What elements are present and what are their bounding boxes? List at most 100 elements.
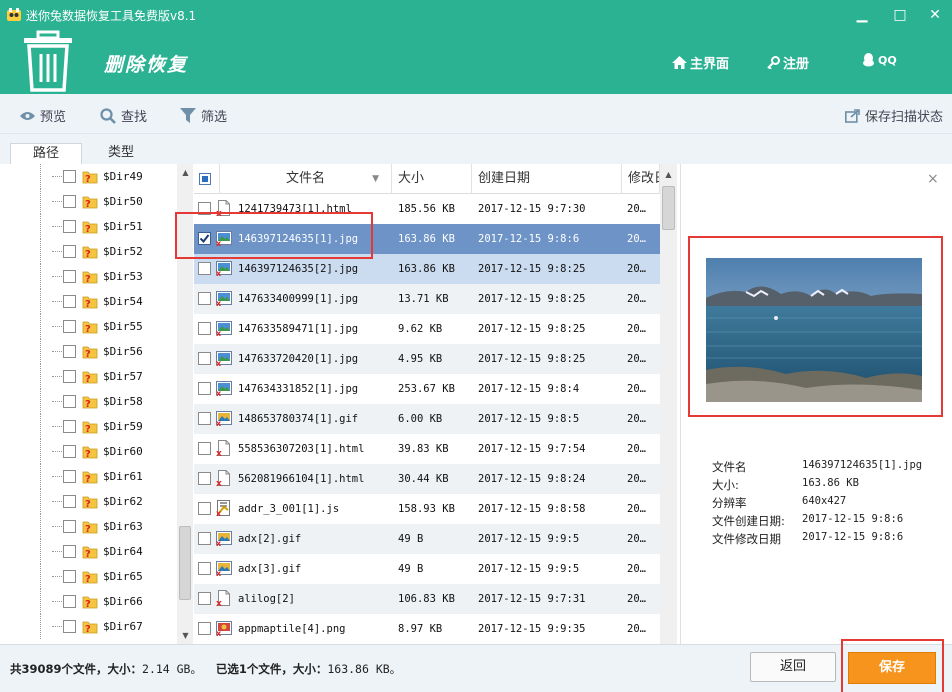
- row-checkbox[interactable]: [198, 202, 211, 215]
- table-row[interactable]: x 146397124635[2].jpg 163.86 KB 2017-12-15 …: [194, 254, 660, 284]
- tree-item[interactable]: ? $Dir63: [0, 514, 177, 539]
- tree-item-checkbox[interactable]: [63, 445, 76, 458]
- tree-item-checkbox[interactable]: [63, 195, 76, 208]
- tree-item[interactable]: ? $Dir49: [0, 164, 177, 189]
- tree-item[interactable]: ? $Dir61: [0, 464, 177, 489]
- file-scroll-up-arrow-icon[interactable]: ▲: [660, 166, 677, 183]
- scroll-up-arrow-icon[interactable]: ▲: [177, 164, 194, 181]
- minimize-button[interactable]: ▁: [851, 4, 873, 26]
- column-header-created[interactable]: 创建日期: [472, 164, 622, 194]
- tab-type[interactable]: 类型: [85, 143, 157, 164]
- tree-item-checkbox[interactable]: [63, 345, 76, 358]
- tree-item[interactable]: ? $Dir50: [0, 189, 177, 214]
- tree-item-checkbox[interactable]: [63, 220, 76, 233]
- qq-nav-link[interactable]: QQ: [862, 53, 897, 67]
- select-all-checkbox[interactable]: [199, 173, 211, 185]
- table-row[interactable]: x 147633720420[1].jpg 4.95 KB 2017-12-15 9:…: [194, 344, 660, 374]
- tree-item-checkbox[interactable]: [63, 295, 76, 308]
- register-nav-link[interactable]: 注册: [767, 53, 809, 72]
- table-row[interactable]: x alilog[2] 106.83 KB 2017-12-15 9:7:31 20…: [194, 584, 660, 614]
- file-scroll-thumb[interactable]: [662, 186, 675, 230]
- tree-item[interactable]: ? $Dir65: [0, 564, 177, 589]
- table-row[interactable]: x 1241739473[1].html 185.56 KB 2017-12-15 9…: [194, 194, 660, 224]
- maximize-button[interactable]: □: [889, 4, 911, 26]
- tree-item[interactable]: ? $Dir55: [0, 314, 177, 339]
- table-row[interactable]: x adx[2].gif 49 B 2017-12-15 9:9:5 20…: [194, 524, 660, 554]
- column-header-modified[interactable]: 修改日期: [622, 164, 660, 194]
- svg-text:x: x: [216, 629, 222, 636]
- table-row[interactable]: x 146397124635[1].jpg 163.86 KB 2017-12-15 …: [194, 224, 660, 254]
- tree-item[interactable]: ? $Dir57: [0, 364, 177, 389]
- tree-item[interactable]: ? $Dir56: [0, 339, 177, 364]
- tree-item[interactable]: ? $Dir58: [0, 389, 177, 414]
- row-checkbox[interactable]: [198, 532, 211, 545]
- tree-item-checkbox[interactable]: [63, 170, 76, 183]
- tree-item-checkbox[interactable]: [63, 395, 76, 408]
- tree-item[interactable]: ? $Dir66: [0, 589, 177, 614]
- save-scan-state-button[interactable]: 保存扫描状态: [845, 106, 943, 125]
- find-button[interactable]: 查找: [100, 106, 147, 125]
- column-header-size[interactable]: 大小: [392, 164, 472, 194]
- tree-item-checkbox[interactable]: [63, 545, 76, 558]
- save-button[interactable]: 保存: [848, 652, 936, 684]
- tree-item-checkbox[interactable]: [63, 595, 76, 608]
- tree-item-checkbox[interactable]: [63, 320, 76, 333]
- table-row[interactable]: x 147633589471[1].jpg 9.62 KB 2017-12-15 9:…: [194, 314, 660, 344]
- tree-item[interactable]: ? $Dir59: [0, 414, 177, 439]
- header-bar: 迷你兔数据恢复工具免费版v8.1 ▁ □ ✕ 删除恢复 主界面 注册 QQ: [0, 0, 952, 94]
- file-list-scrollbar[interactable]: ▲: [660, 164, 677, 644]
- table-row[interactable]: x 558536307203[1].html 39.83 KB 2017-12-15 …: [194, 434, 660, 464]
- cell-modified: 20…: [627, 233, 646, 245]
- row-checkbox[interactable]: [198, 592, 211, 605]
- close-preview-icon[interactable]: ×: [927, 171, 939, 187]
- row-checkbox[interactable]: [198, 322, 211, 335]
- table-row[interactable]: x 562081966104[1].html 30.44 KB 2017-12-15 …: [194, 464, 660, 494]
- row-checkbox[interactable]: [198, 412, 211, 425]
- column-header-name[interactable]: 文件名 ▼: [220, 164, 392, 194]
- tree-item-checkbox[interactable]: [63, 620, 76, 633]
- row-checkbox[interactable]: [198, 622, 211, 635]
- tree-item[interactable]: ? $Dir62: [0, 489, 177, 514]
- tree-item-checkbox[interactable]: [63, 470, 76, 483]
- tree-item[interactable]: ? $Dir67: [0, 614, 177, 639]
- row-checkbox[interactable]: [198, 262, 211, 275]
- table-row[interactable]: x 148653780374[1].gif 6.00 KB 2017-12-15 9:…: [194, 404, 660, 434]
- tree-item[interactable]: ? $Dir64: [0, 539, 177, 564]
- table-row[interactable]: x 147634331852[1].jpg 253.67 KB 2017-12-15 …: [194, 374, 660, 404]
- row-checkbox[interactable]: [198, 472, 211, 485]
- preview-button[interactable]: 预览: [20, 106, 66, 125]
- tree-item[interactable]: ? $Dir60: [0, 439, 177, 464]
- table-row[interactable]: x adx[3].gif 49 B 2017-12-15 9:9:5 20…: [194, 554, 660, 584]
- tree-scroll-thumb[interactable]: [179, 526, 191, 600]
- row-checkbox[interactable]: [198, 382, 211, 395]
- tree-item[interactable]: ? $Dir52: [0, 239, 177, 264]
- table-row[interactable]: x addr_3_001[1].js 158.93 KB 2017-12-15 9:8…: [194, 494, 660, 524]
- close-window-button[interactable]: ✕: [924, 4, 946, 26]
- cell-filename: adx[3].gif: [238, 563, 302, 575]
- home-nav-link[interactable]: 主界面: [672, 53, 729, 72]
- table-row[interactable]: x 147633400999[1].jpg 13.71 KB 2017-12-15 9…: [194, 284, 660, 314]
- tree-item-checkbox[interactable]: [63, 370, 76, 383]
- back-button[interactable]: 返回: [750, 652, 836, 682]
- tree-item-checkbox[interactable]: [63, 570, 76, 583]
- tree-item-checkbox[interactable]: [63, 420, 76, 433]
- scroll-down-arrow-icon[interactable]: ▼: [177, 627, 194, 644]
- row-checkbox[interactable]: [198, 292, 211, 305]
- tree-item[interactable]: ? $Dir51: [0, 214, 177, 239]
- row-checkbox[interactable]: [198, 502, 211, 515]
- table-row[interactable]: x appmaptile[4].png 8.97 KB 2017-12-15 9:9:…: [194, 614, 660, 644]
- filter-button[interactable]: 筛选: [180, 106, 227, 125]
- tree-item-checkbox[interactable]: [63, 520, 76, 533]
- tree-item[interactable]: ? $Dir54: [0, 289, 177, 314]
- row-checkbox[interactable]: [198, 232, 211, 245]
- tree-item-checkbox[interactable]: [63, 270, 76, 283]
- tree-scrollbar[interactable]: ▲ ▼: [177, 164, 193, 644]
- tab-path[interactable]: 路径: [10, 143, 82, 164]
- select-all-column[interactable]: [194, 164, 220, 194]
- tree-item[interactable]: ? $Dir53: [0, 264, 177, 289]
- row-checkbox[interactable]: [198, 442, 211, 455]
- row-checkbox[interactable]: [198, 352, 211, 365]
- row-checkbox[interactable]: [198, 562, 211, 575]
- tree-item-checkbox[interactable]: [63, 495, 76, 508]
- tree-item-checkbox[interactable]: [63, 245, 76, 258]
